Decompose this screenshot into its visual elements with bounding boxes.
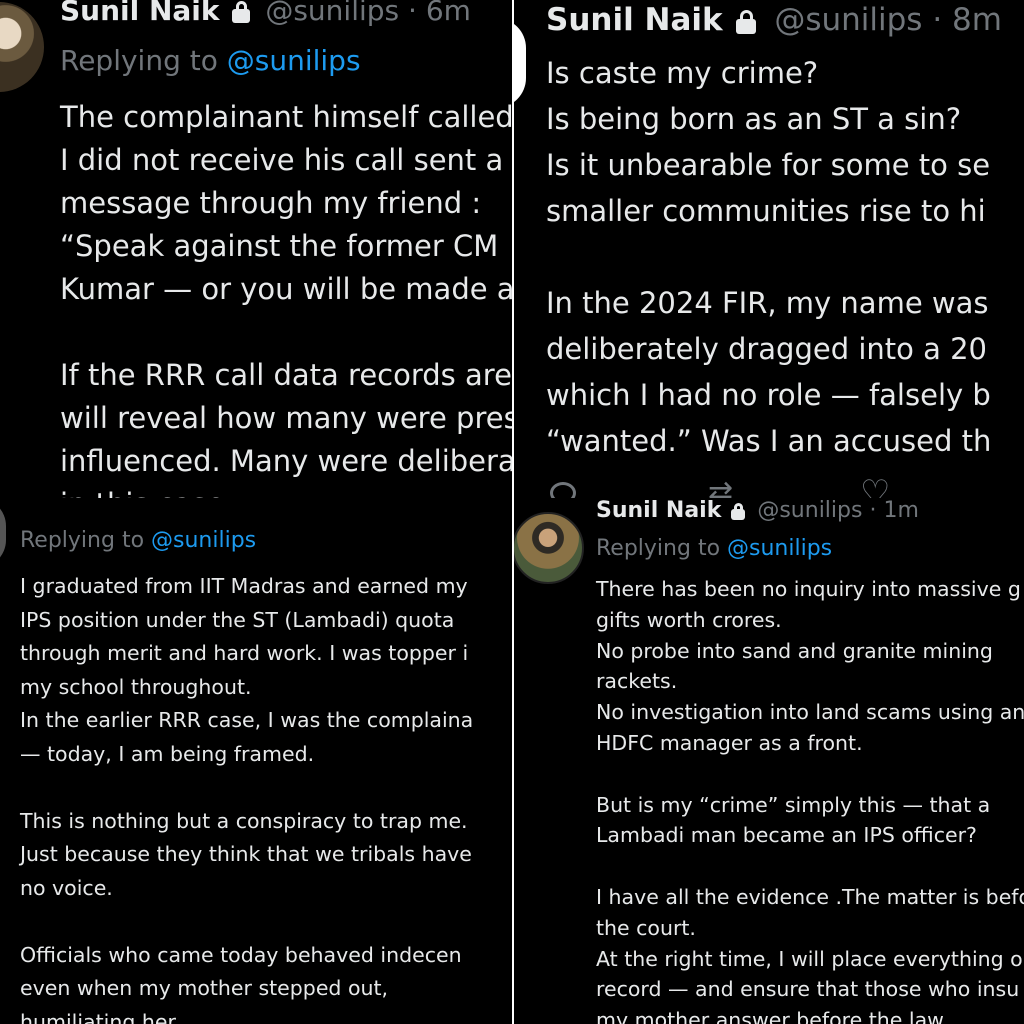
tweet-time[interactable]: 1m [883, 498, 918, 523]
author-handle[interactable]: @sunilips [774, 2, 922, 38]
lock-icon [731, 502, 746, 520]
author-name[interactable]: Sunil Naik [546, 2, 723, 38]
replying-to: Replying to @sunilips [60, 44, 361, 77]
tweet-time[interactable]: 8m [952, 2, 1002, 38]
replying-to-label: Replying to [596, 536, 721, 561]
tweet-panel-1: Sunil Naik @sunilips · 6m Replying to @s… [0, 0, 512, 508]
avatar[interactable] [514, 512, 584, 584]
tweet-header: Sunil Naik @sunilips · 6m [60, 0, 471, 27]
tweet-header: Sunil Naik @sunilips · 8m [546, 2, 1002, 38]
tweet-text: The complainant himself called I did not… [60, 100, 512, 508]
avatar[interactable] [0, 2, 44, 92]
separator-dot: · [399, 0, 426, 27]
author-name[interactable]: Sunil Naik [596, 498, 721, 523]
avatar[interactable] [0, 498, 6, 568]
lock-icon [232, 1, 251, 23]
replying-to: Replying to @sunilips [596, 536, 832, 561]
replying-to-label: Replying to [20, 528, 145, 553]
tweet-text: There has been no inquiry into massive g… [596, 577, 1024, 1024]
replying-to-label: Replying to [60, 44, 218, 77]
tweet-panel-3: Replying to @sunilips I graduated from I… [0, 498, 512, 1024]
replying-to-handle[interactable]: @sunilips [151, 528, 256, 553]
tweet-panel-4: Sunil Naik @sunilips · 1m Replying to @s… [514, 498, 1024, 1024]
replying-to-handle[interactable]: @sunilips [227, 44, 361, 77]
author-handle[interactable]: @sunilips [757, 498, 862, 523]
collage-divider-vertical [512, 0, 514, 1024]
tweet-text: I graduated from IIT Madras and earned m… [20, 574, 474, 1024]
replying-to-handle[interactable]: @sunilips [727, 536, 832, 561]
lock-icon [736, 9, 757, 34]
tweet-time[interactable]: 6m [426, 0, 471, 27]
avatar[interactable] [514, 18, 526, 108]
author-name[interactable]: Sunil Naik [60, 0, 220, 27]
tweet-text: Is caste my crime? Is being born as an S… [546, 56, 992, 458]
author-handle[interactable]: @sunilips [265, 0, 399, 27]
separator-dot: · [862, 498, 884, 523]
separator-dot: · [922, 2, 953, 38]
tweet-panel-2: Sunil Naik @sunilips · 8m Is caste my cr… [514, 0, 1024, 508]
replying-to: Replying to @sunilips [20, 528, 256, 553]
tweet-header: Sunil Naik @sunilips · 1m [596, 498, 919, 523]
